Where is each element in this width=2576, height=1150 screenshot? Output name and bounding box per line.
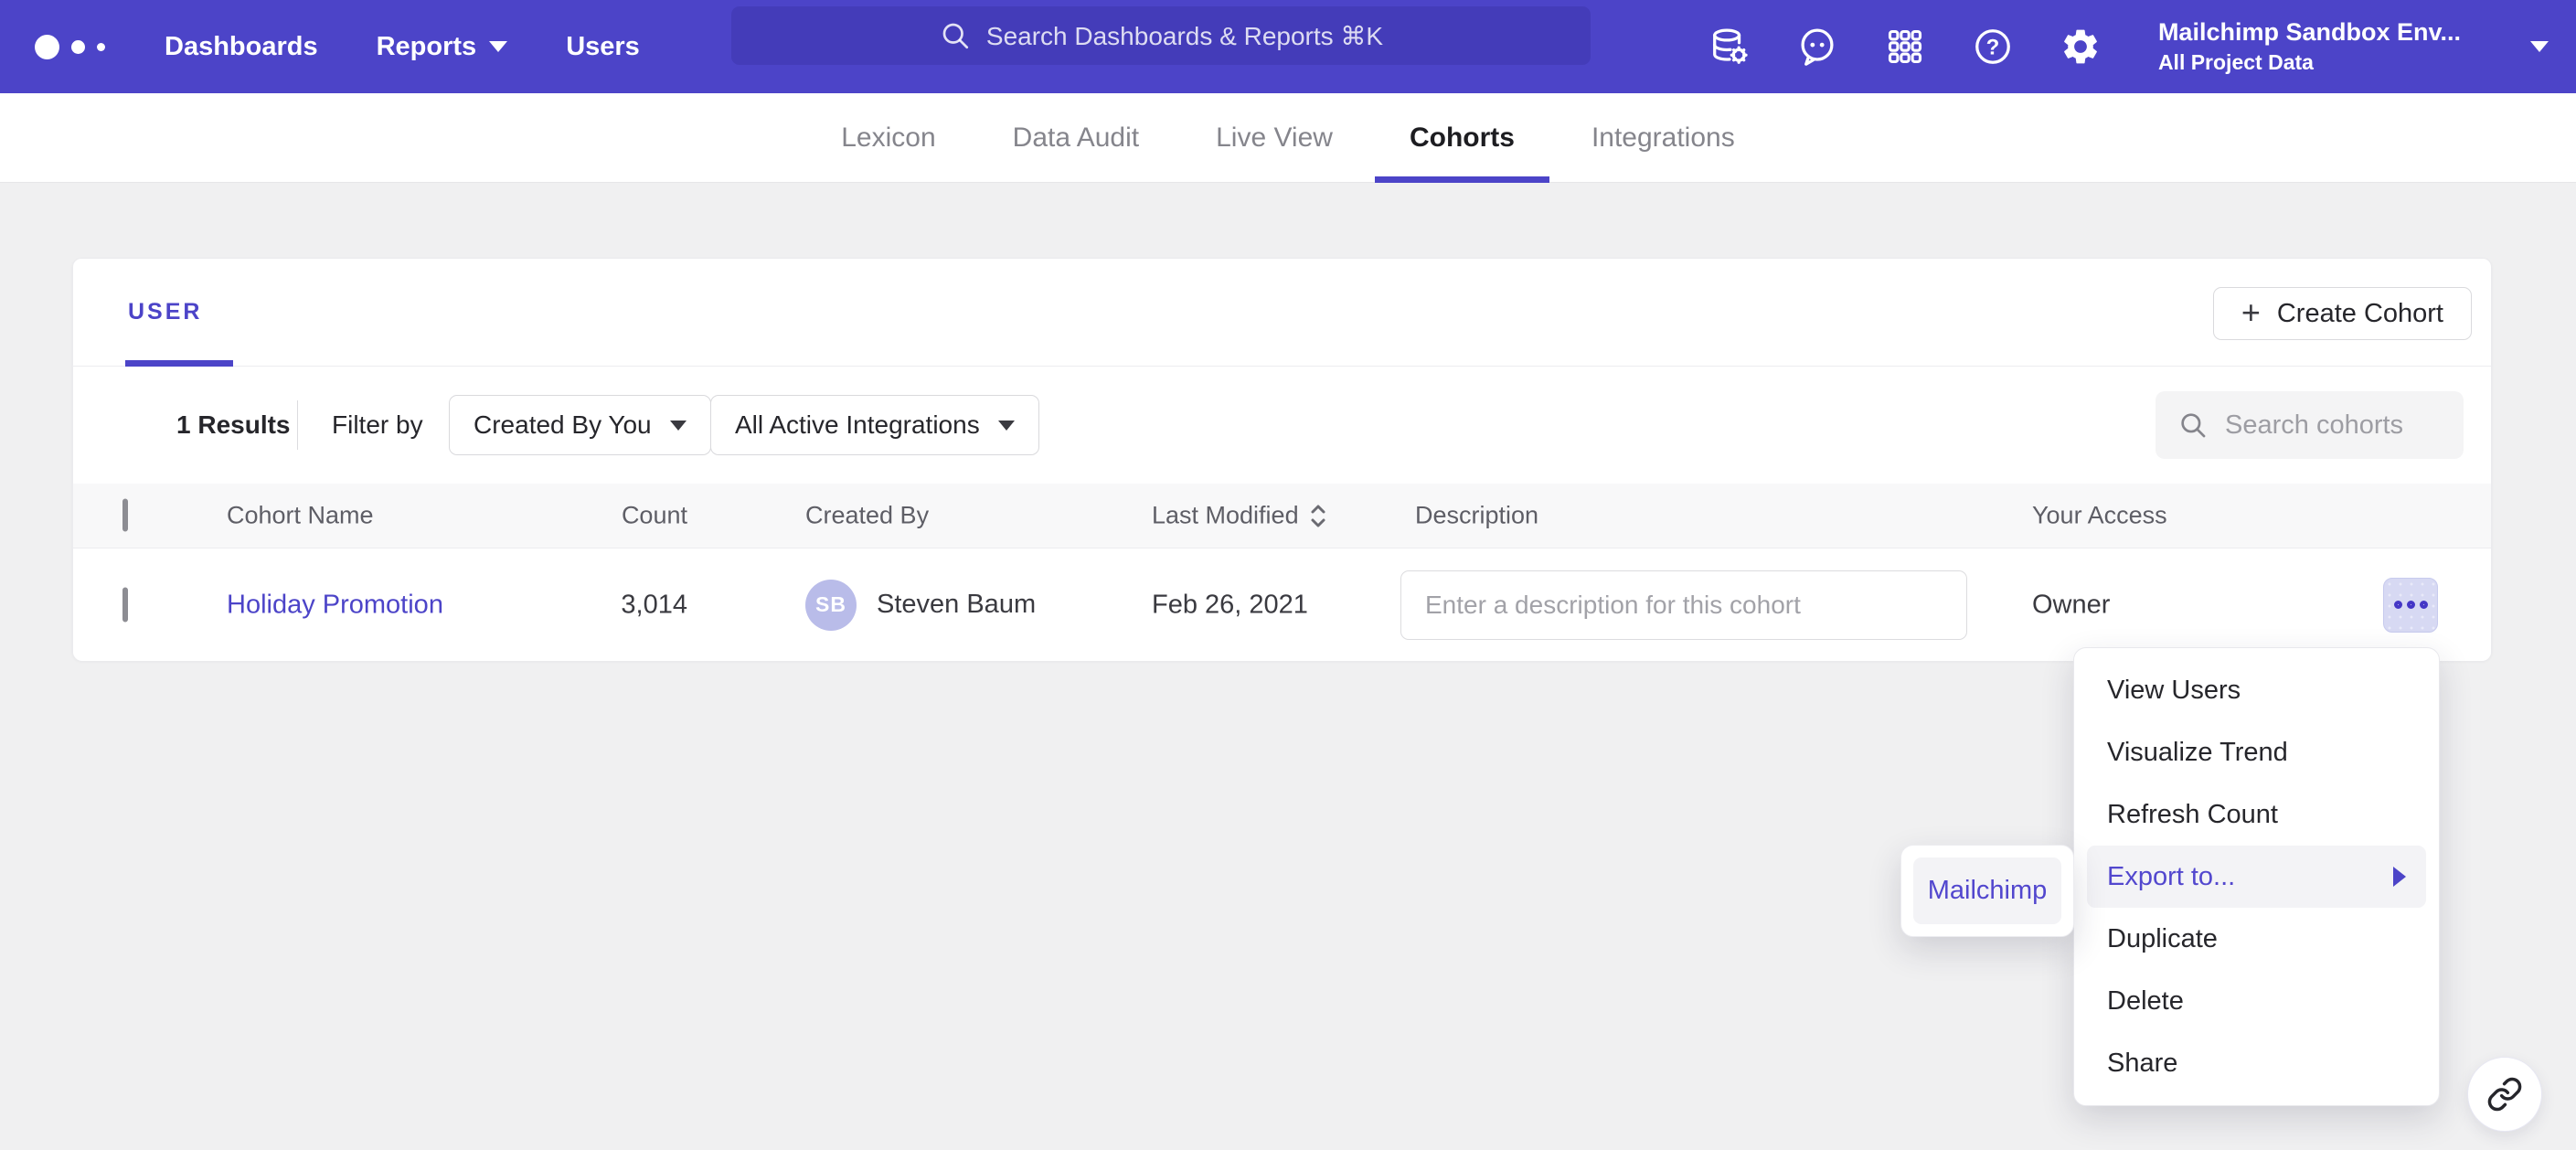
- cohort-name-link[interactable]: Holiday Promotion: [227, 590, 443, 619]
- created-by-filter-value: Created By You: [474, 410, 652, 440]
- tab-data-audit[interactable]: Data Audit: [1009, 93, 1143, 183]
- filter-toolbar: 1 Results Filter by Created By You All A…: [73, 367, 2491, 484]
- create-cohort-label: Create Cohort: [2277, 299, 2443, 329]
- cohort-count: 3,014: [503, 590, 687, 620]
- plus-icon: +: [2241, 296, 2261, 329]
- header-created-by[interactable]: Created By: [805, 502, 929, 530]
- menu-item-export-to[interactable]: Export to...: [2087, 846, 2426, 908]
- search-cohorts-field[interactable]: [2225, 410, 2444, 441]
- description-input[interactable]: [1400, 570, 1967, 640]
- row-checkbox[interactable]: [122, 587, 128, 622]
- chevron-down-icon: [670, 421, 687, 431]
- chevron-down-icon: [489, 41, 507, 52]
- tab-cohorts[interactable]: Cohorts: [1406, 93, 1518, 183]
- row-more-actions-button[interactable]: [2383, 578, 2438, 633]
- chevron-right-icon: [2393, 867, 2406, 887]
- active-tab-underline: [125, 360, 233, 367]
- results-count: 1 Results: [176, 410, 291, 440]
- divider: [297, 400, 298, 450]
- logo-dot-small: [97, 43, 105, 51]
- project-scope: All Project Data: [2158, 50, 2461, 76]
- ellipsis-icon: [2420, 601, 2428, 609]
- tab-lexicon[interactable]: Lexicon: [837, 93, 939, 183]
- created-by-filter-dropdown[interactable]: Created By You: [449, 395, 711, 455]
- access-cell: Owner: [2032, 590, 2110, 620]
- export-submenu: Mailchimp: [1900, 845, 2074, 937]
- table-header-row: Cohort Name Count Created By Last Modifi…: [73, 484, 2491, 548]
- filter-by-label: Filter by: [332, 410, 423, 440]
- nav-dashboards[interactable]: Dashboards: [165, 32, 318, 62]
- logo-dot-medium: [71, 40, 85, 54]
- cohorts-card: USER + Create Cohort 1 Results Filter by…: [72, 258, 2492, 661]
- row-actions-context-menu: View Users Visualize Trend Refresh Count…: [2073, 647, 2440, 1106]
- sort-icon: [1308, 502, 1328, 529]
- copy-link-button[interactable]: [2467, 1057, 2542, 1132]
- menu-item-view-users[interactable]: View Users: [2074, 659, 2439, 721]
- header-cohort-name[interactable]: Cohort Name: [227, 502, 374, 530]
- creator-cell: SB Steven Baum: [805, 580, 1036, 631]
- table-row: Holiday Promotion 3,014 SB Steven Baum F…: [73, 548, 2491, 661]
- chevron-down-icon[interactable]: [2530, 41, 2549, 52]
- data-management-tabs: Lexicon Data Audit Live View Cohorts Int…: [0, 93, 2576, 183]
- settings-gear-icon[interactable]: [2060, 26, 2102, 68]
- logo-dot-large: [35, 35, 59, 59]
- nav-users[interactable]: Users: [566, 32, 640, 62]
- export-to-label: Export to...: [2107, 862, 2235, 892]
- integrations-filter-value: All Active Integrations: [735, 410, 980, 440]
- header-last-modified-label: Last Modified: [1152, 502, 1299, 530]
- description-field[interactable]: [1425, 591, 1943, 620]
- data-management-icon[interactable]: [1708, 26, 1751, 68]
- top-nav-right: ? Mailchimp Sandbox Env... All Project D…: [1708, 0, 2549, 93]
- search-placeholder: Search Dashboards & Reports ⌘K: [986, 21, 1383, 51]
- global-search-bar[interactable]: Search Dashboards & Reports ⌘K: [731, 6, 1591, 65]
- project-selector[interactable]: Mailchimp Sandbox Env... All Project Dat…: [2158, 17, 2461, 76]
- header-description: Description: [1415, 502, 1538, 530]
- help-icon[interactable]: ?: [1972, 26, 2014, 68]
- search-cohorts-input[interactable]: [2156, 391, 2464, 459]
- ellipsis-icon: [2394, 601, 2402, 609]
- top-navigation-bar: Dashboards Reports Users Search Dashboar…: [0, 0, 2576, 93]
- project-name: Mailchimp Sandbox Env...: [2158, 17, 2461, 47]
- cohorts-card-header: USER + Create Cohort: [73, 259, 2491, 367]
- primary-nav: Dashboards Reports Users: [165, 32, 640, 62]
- avatar: SB: [805, 580, 857, 631]
- menu-item-duplicate[interactable]: Duplicate: [2074, 908, 2439, 970]
- link-icon: [2486, 1076, 2523, 1113]
- svg-text:?: ?: [1986, 35, 2000, 59]
- menu-item-delete[interactable]: Delete: [2074, 970, 2439, 1032]
- tab-user-cohorts[interactable]: USER: [128, 299, 202, 325]
- header-count[interactable]: Count: [503, 502, 687, 530]
- nav-reports[interactable]: Reports: [377, 32, 508, 62]
- cohorts-page: Dashboards Reports Users Search Dashboar…: [0, 0, 2576, 1150]
- tab-integrations[interactable]: Integrations: [1588, 93, 1739, 183]
- feedback-chat-icon[interactable]: [1796, 26, 1838, 68]
- search-icon: [939, 19, 972, 52]
- menu-item-refresh-count[interactable]: Refresh Count: [2074, 783, 2439, 846]
- creator-name: Steven Baum: [877, 590, 1036, 620]
- header-your-access: Your Access: [2032, 502, 2167, 530]
- tab-live-view[interactable]: Live View: [1212, 93, 1336, 183]
- last-modified-cell: Feb 26, 2021: [1152, 590, 1308, 620]
- ellipsis-icon: [2407, 601, 2415, 609]
- submenu-item-mailchimp[interactable]: Mailchimp: [1913, 857, 2061, 924]
- apps-grid-icon[interactable]: [1884, 26, 1926, 68]
- menu-item-share[interactable]: Share: [2074, 1032, 2439, 1094]
- search-icon: [2177, 410, 2209, 441]
- mixpanel-logo-icon[interactable]: [35, 35, 105, 59]
- integrations-filter-dropdown[interactable]: All Active Integrations: [710, 395, 1039, 455]
- select-all-checkbox[interactable]: [122, 499, 128, 532]
- header-last-modified[interactable]: Last Modified: [1152, 502, 1328, 530]
- chevron-down-icon: [998, 421, 1015, 431]
- create-cohort-button[interactable]: + Create Cohort: [2213, 287, 2472, 340]
- menu-item-visualize-trend[interactable]: Visualize Trend: [2074, 721, 2439, 783]
